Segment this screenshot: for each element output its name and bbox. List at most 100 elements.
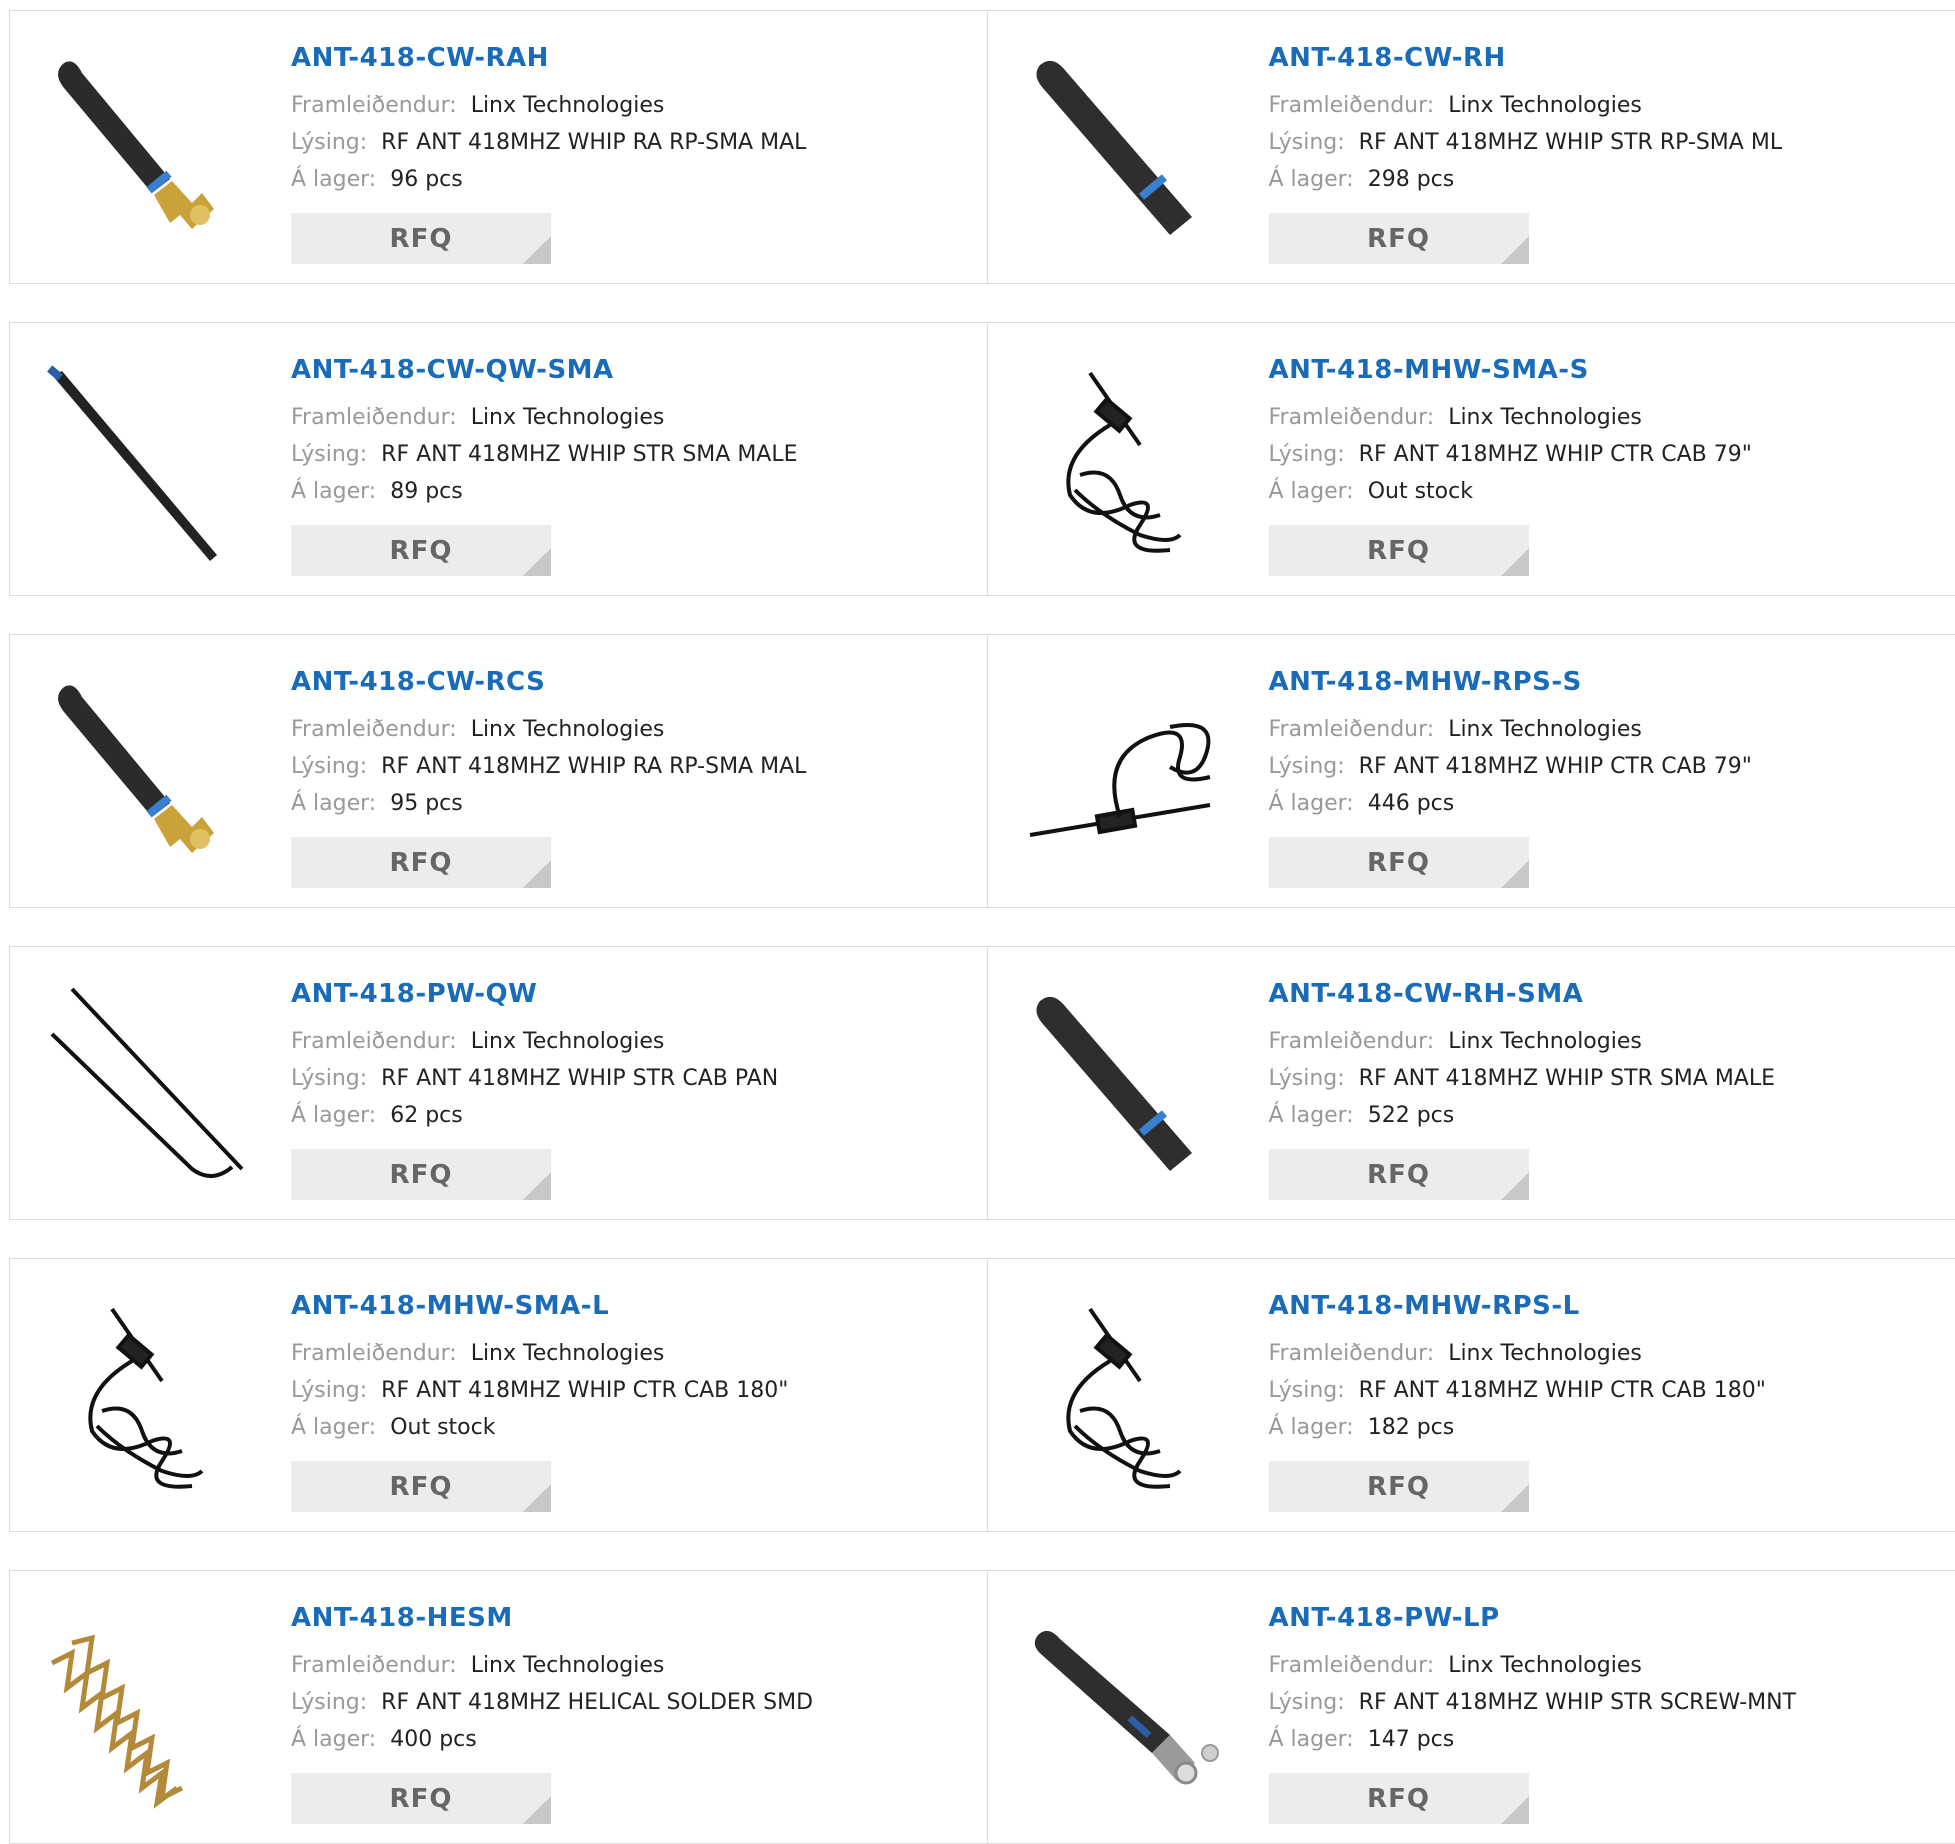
product-part-number-link[interactable]: ANT-418-CW-RCS [291, 667, 806, 697]
stock-row: Á lager:89 pcs [291, 473, 798, 510]
product-info: ANT-418-CW-QW-SMAFramleiðendur:Linx Tech… [291, 355, 798, 510]
rfq-button-label: RFQ [390, 536, 453, 566]
stock-label: Á lager: [1269, 1103, 1354, 1128]
product-card: ANT-418-CW-RAH Framleiðendur: Linx Technol… [10, 11, 987, 283]
product-part-number-link[interactable]: ANT-418-CW-RH [1269, 43, 1783, 73]
product-info: ANT-418-MHW-RPS-LFramleiðendur:Linx Tech… [1269, 1291, 1766, 1446]
product-row: ANT-418-CW-QW-SMAFramleiðendur:Linx Tech… [9, 322, 1955, 596]
product-part-number-link[interactable]: ANT-418-PW-LP [1269, 1603, 1797, 1633]
description-value: RF ANT 418MHZ WHIP STR SCREW-MNT [1359, 1690, 1796, 1715]
description-value: RF ANT 418MHZ WHIP STR SMA MALE [381, 442, 797, 467]
product-part-number-link[interactable]: ANT-418-MHW-SMA-L [291, 1291, 788, 1321]
product-part-number-link[interactable]: ANT-418-PW-QW [291, 979, 778, 1009]
manufacturer-label: Framleiðendur: [291, 93, 457, 118]
product-part-number-link[interactable]: ANT-418-CW-RH-SMA [1269, 979, 1776, 1009]
corner-decoration-icon [1501, 1796, 1529, 1824]
whip-straight-antenna-icon[interactable] [1020, 43, 1232, 255]
horizontal-cable-antenna-icon[interactable] [1020, 667, 1232, 879]
description-label: Lýsing: [1269, 1690, 1345, 1715]
stock-value: Out stock [390, 1415, 495, 1440]
panel-whip-antenna-icon[interactable] [42, 979, 254, 1191]
rfq-button[interactable]: RFQ [291, 1461, 551, 1512]
rfq-button-label: RFQ [390, 1160, 453, 1190]
rfq-button[interactable]: RFQ [1269, 1773, 1529, 1824]
corner-decoration-icon [1501, 1172, 1529, 1200]
rfq-button[interactable]: RFQ [291, 213, 551, 264]
stock-value: 298 pcs [1368, 167, 1455, 192]
corner-decoration-icon [1501, 548, 1529, 576]
stock-value: 96 pcs [390, 167, 463, 192]
stock-label: Á lager: [291, 791, 376, 816]
manufacturer-label: Framleiðendur: [1269, 717, 1435, 742]
manufacturer-label: Framleiðendur: [1269, 1029, 1435, 1054]
product-card: ANT-418-PW-QWFramleiðendur:Linx Technolo… [10, 947, 987, 1219]
stock-row: Á lager:400 pcs [291, 1721, 813, 1758]
description-row: Lýsing: RF ANT 418MHZ WHIP STR SCREW-MNT [1269, 1684, 1797, 1721]
corner-decoration-icon [523, 1172, 551, 1200]
corner-decoration-icon [1501, 860, 1529, 888]
stock-value: 62 pcs [390, 1103, 463, 1128]
whip-right-angle-antenna-icon[interactable] [42, 667, 254, 879]
product-part-number-link[interactable]: ANT-418-CW-RAH [291, 43, 806, 73]
rfq-button-label: RFQ [390, 1784, 453, 1814]
product-row: ANT-418-CW-RAHFramleiðendur:Linx Technol… [9, 10, 1955, 284]
manufacturer-value: Linx Technologies [471, 93, 665, 118]
description-row: Lýsing:RF ANT 418MHZ WHIP STR SMA MALE [291, 436, 798, 473]
rfq-button[interactable]: RFQ [1269, 1461, 1529, 1512]
product-info: ANT-418-MHW-RPS-S Framleiðendur: Linx Tech… [1269, 667, 1752, 822]
description-row: Lýsing:RF ANT 418MHZ WHIP STR SMA MALE [1269, 1060, 1776, 1097]
product-card: ANT-418-CW-RCSFramleiðendur:Linx Technol… [10, 635, 987, 907]
stock-row: Á lager:182 pcs [1269, 1409, 1766, 1446]
cable-mount-antenna-icon[interactable] [42, 1291, 254, 1503]
product-part-number-link[interactable]: ANT-418-MHW-SMA-S [1269, 355, 1752, 385]
rfq-button[interactable]: RFQ [1269, 525, 1529, 576]
description-value: RF ANT 418MHZ WHIP CTR CAB 79" [1359, 754, 1752, 779]
rfq-button-label: RFQ [390, 224, 453, 254]
manufacturer-label: Framleiðendur: [291, 405, 457, 430]
rfq-button[interactable]: RFQ [291, 1773, 551, 1824]
manufacturer-row: Framleiðendur:Linx Technologies [1269, 87, 1783, 124]
product-info: ANT-418-MHW-SMA-SFramleiðendur:Linx Tech… [1269, 355, 1752, 510]
description-label: Lýsing: [291, 754, 367, 779]
cable-mount-antenna-icon[interactable] [1020, 355, 1232, 567]
description-value: RF ANT 418MHZ HELICAL SOLDER SMD [381, 1690, 813, 1715]
manufacturer-label: Framleiðendur: [1269, 405, 1435, 430]
stock-row: Á lager:95 pcs [291, 785, 806, 822]
description-row: Lýsing:RF ANT 418MHZ WHIP STR RP-SMA ML [1269, 124, 1783, 161]
cable-mount-antenna-icon[interactable] [1020, 1291, 1232, 1503]
product-card: ANT-418-HESMFramleiðendur:Linx Technolog… [10, 1571, 987, 1843]
whip-straight-antenna-icon[interactable] [1020, 979, 1232, 1191]
stock-label: Á lager: [1269, 1727, 1354, 1752]
stock-value: 89 pcs [390, 479, 463, 504]
product-card: ANT-418-MHW-RPS-S Framleiðendur: Linx Tech… [987, 635, 1955, 907]
product-part-number-link[interactable]: ANT-418-CW-QW-SMA [291, 355, 798, 385]
product-part-number-link[interactable]: ANT-418-MHW-RPS-L [1269, 1291, 1766, 1321]
thin-whip-antenna-icon[interactable] [42, 355, 254, 567]
manufacturer-row: Framleiðendur: Linx Technologies [1269, 711, 1752, 748]
description-row: Lýsing:RF ANT 418MHZ WHIP CTR CAB 79" [1269, 748, 1752, 785]
screw-mount-antenna-icon[interactable] [1020, 1603, 1232, 1815]
manufacturer-value: Linx Technologies [1448, 717, 1642, 742]
product-grid: ANT-418-CW-RAH Framleiðendur: Linx Technol… [0, 0, 1955, 1832]
description-value: RF ANT 418MHZ WHIP RA RP-SMA MAL [381, 130, 806, 155]
rfq-button-label: RFQ [1367, 224, 1430, 254]
corner-decoration-icon [523, 1796, 551, 1824]
rfq-button[interactable]: RFQ [1269, 837, 1529, 888]
whip-right-angle-antenna-icon[interactable] [42, 43, 254, 255]
description-row: Lýsing:RF ANT 418MHZ HELICAL SOLDER SMD [291, 1684, 813, 1721]
product-part-number-link[interactable]: ANT-418-HESM [291, 1603, 813, 1633]
rfq-button[interactable]: RFQ [1269, 1149, 1529, 1200]
rfq-button[interactable]: RFQ [1269, 213, 1529, 264]
stock-row: Á lager:522 pcs [1269, 1097, 1776, 1134]
stock-row: Á lager:147 pcs [1269, 1721, 1797, 1758]
description-value: RF ANT 418MHZ WHIP STR RP-SMA ML [1359, 130, 1782, 155]
product-part-number-link[interactable]: ANT-418-MHW-RPS-S [1269, 667, 1752, 697]
rfq-button[interactable]: RFQ [291, 1149, 551, 1200]
rfq-button[interactable]: RFQ [291, 525, 551, 576]
corner-decoration-icon [1501, 1484, 1529, 1512]
helical-coil-antenna-icon[interactable] [42, 1603, 254, 1815]
rfq-button[interactable]: RFQ [291, 837, 551, 888]
description-row: Lýsing:RF ANT 418MHZ WHIP CTR CAB 180" [291, 1372, 788, 1409]
rfq-button-label: RFQ [1367, 1784, 1430, 1814]
description-row: Lýsing:RF ANT 418MHZ WHIP STR CAB PAN [291, 1060, 778, 1097]
